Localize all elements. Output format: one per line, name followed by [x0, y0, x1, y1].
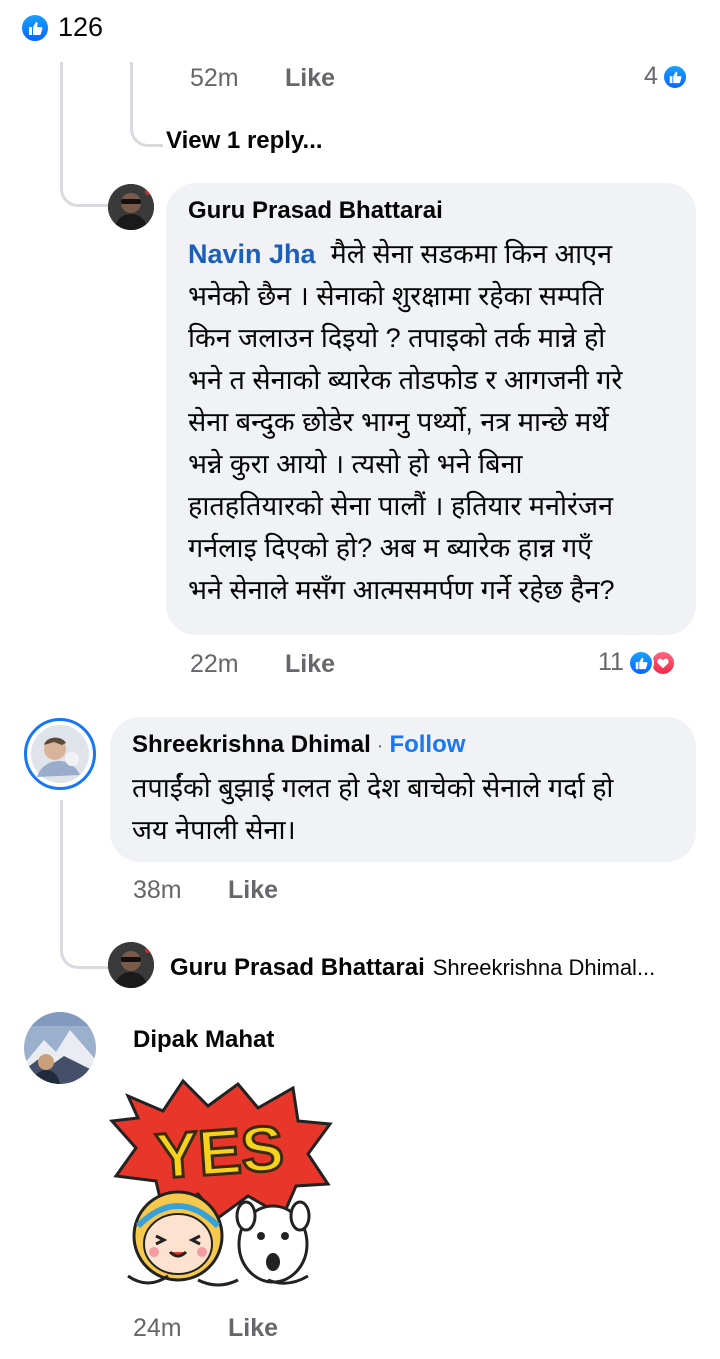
collapsed-reply[interactable]: Guru Prasad Bhattarai Shreekrishna Dhima… [170, 954, 655, 982]
reply-reaction-count: 11 [598, 648, 624, 676]
comment-time: 24m [133, 1314, 182, 1342]
comment-bubble[interactable]: Shreekrishna Dhimal · Follow तपाईंको बुझ… [110, 717, 696, 862]
comment-line: भनेको छैन । सेनाको शुरक्षामा रहेका सम्पत… [188, 281, 604, 311]
comment-line: गर्नलाइ दिएको हो? अब म ब्यारेक हान्न गएँ [188, 533, 593, 563]
comment-line: जय नेपाली सेना। [132, 815, 296, 845]
sticker-text: YES [153, 1112, 286, 1193]
comment-like-button[interactable]: Like [228, 1314, 278, 1343]
separator-dot: · [376, 735, 384, 757]
reply-preview: Shreekrishna Dhimal... [432, 955, 656, 980]
comment-like-button[interactable]: Like [228, 876, 278, 905]
comment-line: तपाईंको बुझाई गलत हो देश बाचेको सेनाले ग… [132, 773, 614, 803]
mention-link[interactable]: Navin Jha [188, 239, 316, 269]
avatar[interactable] [24, 1012, 96, 1084]
comment-author[interactable]: Guru Prasad Bhattarai [170, 954, 425, 982]
like-reaction-icon [20, 12, 50, 43]
comment-author[interactable]: Guru Prasad Bhattarai [188, 197, 443, 225]
avatar[interactable] [108, 184, 154, 230]
prev-reply-like-button[interactable]: Like [285, 64, 335, 93]
prev-reply-reactions[interactable]: 4 [644, 62, 688, 91]
comment-body: Navin Jha मैले सेना सडकमा किन आएन भनेको … [188, 233, 688, 611]
comment-author[interactable]: Dipak Mahat [133, 1026, 274, 1054]
reply-reactions[interactable]: 11 [598, 648, 676, 677]
thread-line-outer [60, 800, 113, 969]
comment-line: हातहतियारको सेना पालौं । हतियार मनोरंजन [188, 491, 614, 521]
comment-line: भने त सेनाको ब्यारेक तोडफोड र आगजनी गरे [188, 365, 623, 395]
view-replies-link[interactable]: View 1 reply... [166, 127, 323, 155]
comment-line: भन्ने कुरा आयो । त्यसो हो भने बिना [188, 449, 523, 479]
prev-reply-reaction-count: 4 [644, 62, 658, 90]
prev-reply-time: 52m [190, 64, 239, 92]
reply-bubble[interactable]: Guru Prasad Bhattarai Navin Jha मैले सेन… [166, 183, 696, 635]
reply-time: 22m [190, 650, 239, 678]
thread-line-inner [130, 62, 163, 147]
thread-line-outer [60, 62, 113, 207]
comment-line: Navin Jha मैले सेना सडकमा किन आएन [188, 239, 613, 269]
like-reaction-icon [661, 63, 688, 90]
comment-time: 38m [133, 876, 182, 904]
follow-button[interactable]: Follow [389, 731, 465, 759]
comment-line: सेना बन्दुक छोडेर भाग्नु पर्थ्यो, नत्र म… [188, 407, 609, 437]
comment-body: तपाईंको बुझाई गलत हो देश बाचेको सेनाले ग… [132, 767, 692, 851]
like-reaction-icon [627, 649, 654, 676]
comment-line: किन जलाउन दिइयो ? तपाइको तर्क मान्ने हो [188, 323, 606, 353]
comment-header: Shreekrishna Dhimal · Follow [132, 731, 465, 759]
reply-like-button[interactable]: Like [285, 650, 335, 679]
top-reaction-count: 126 [58, 12, 104, 42]
yes-sticker[interactable]: YES [108, 1076, 334, 1296]
comment-author[interactable]: Shreekrishna Dhimal [132, 731, 371, 759]
top-reaction-summary[interactable]: 126 [20, 12, 103, 43]
avatar[interactable] [108, 942, 154, 988]
comment-line: भने सेनाले मसँग आत्मसमर्पण गर्ने रहेछ है… [188, 575, 615, 605]
avatar[interactable] [24, 718, 96, 790]
